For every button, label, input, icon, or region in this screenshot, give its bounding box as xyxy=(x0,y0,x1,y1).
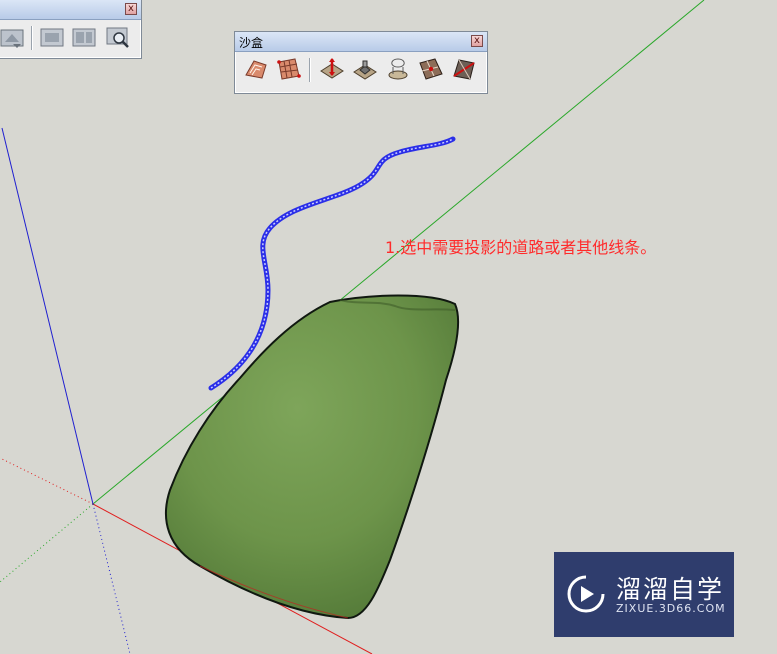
views-toolbar-close-button[interactable]: x xyxy=(125,3,137,15)
views-toolbar-separator xyxy=(31,26,32,50)
add-detail-tool-icon[interactable] xyxy=(418,56,444,82)
view-tool-icon[interactable] xyxy=(0,24,25,50)
sandbox-toolbar-separator xyxy=(309,58,310,82)
view-tool-icon[interactable] xyxy=(39,24,65,50)
watermark-logo: 溜溜自学 ZIXUE.3D66.COM xyxy=(554,552,734,637)
from-scratch-tool-icon[interactable] xyxy=(276,56,302,82)
views-toolbar[interactable]: x xyxy=(0,0,142,59)
from-contours-tool-icon[interactable] xyxy=(243,56,269,82)
play-logo-icon xyxy=(567,575,605,613)
sandbox-toolbar[interactable]: 沙盒 x xyxy=(234,31,488,94)
sandbox-toolbar-titlebar[interactable]: 沙盒 x xyxy=(235,32,487,52)
sandbox-toolbar-title: 沙盒 xyxy=(239,36,264,50)
drape-tool-icon[interactable] xyxy=(385,56,411,82)
flip-edge-tool-icon[interactable] xyxy=(451,56,477,82)
view-tool-icon[interactable] xyxy=(71,24,97,50)
views-toolbar-titlebar[interactable]: x xyxy=(0,0,141,20)
zoom-view-tool-icon[interactable] xyxy=(105,24,131,50)
watermark-url: ZIXUE.3D66.COM xyxy=(616,602,726,615)
smoove-tool-icon[interactable] xyxy=(319,56,345,82)
sandbox-toolbar-close-button[interactable]: x xyxy=(471,35,483,47)
watermark-title: 溜溜自学 xyxy=(616,575,725,604)
stamp-tool-icon[interactable] xyxy=(352,56,378,82)
instruction-annotation: 1.选中需要投影的道路或者其他线条。 xyxy=(385,238,657,257)
